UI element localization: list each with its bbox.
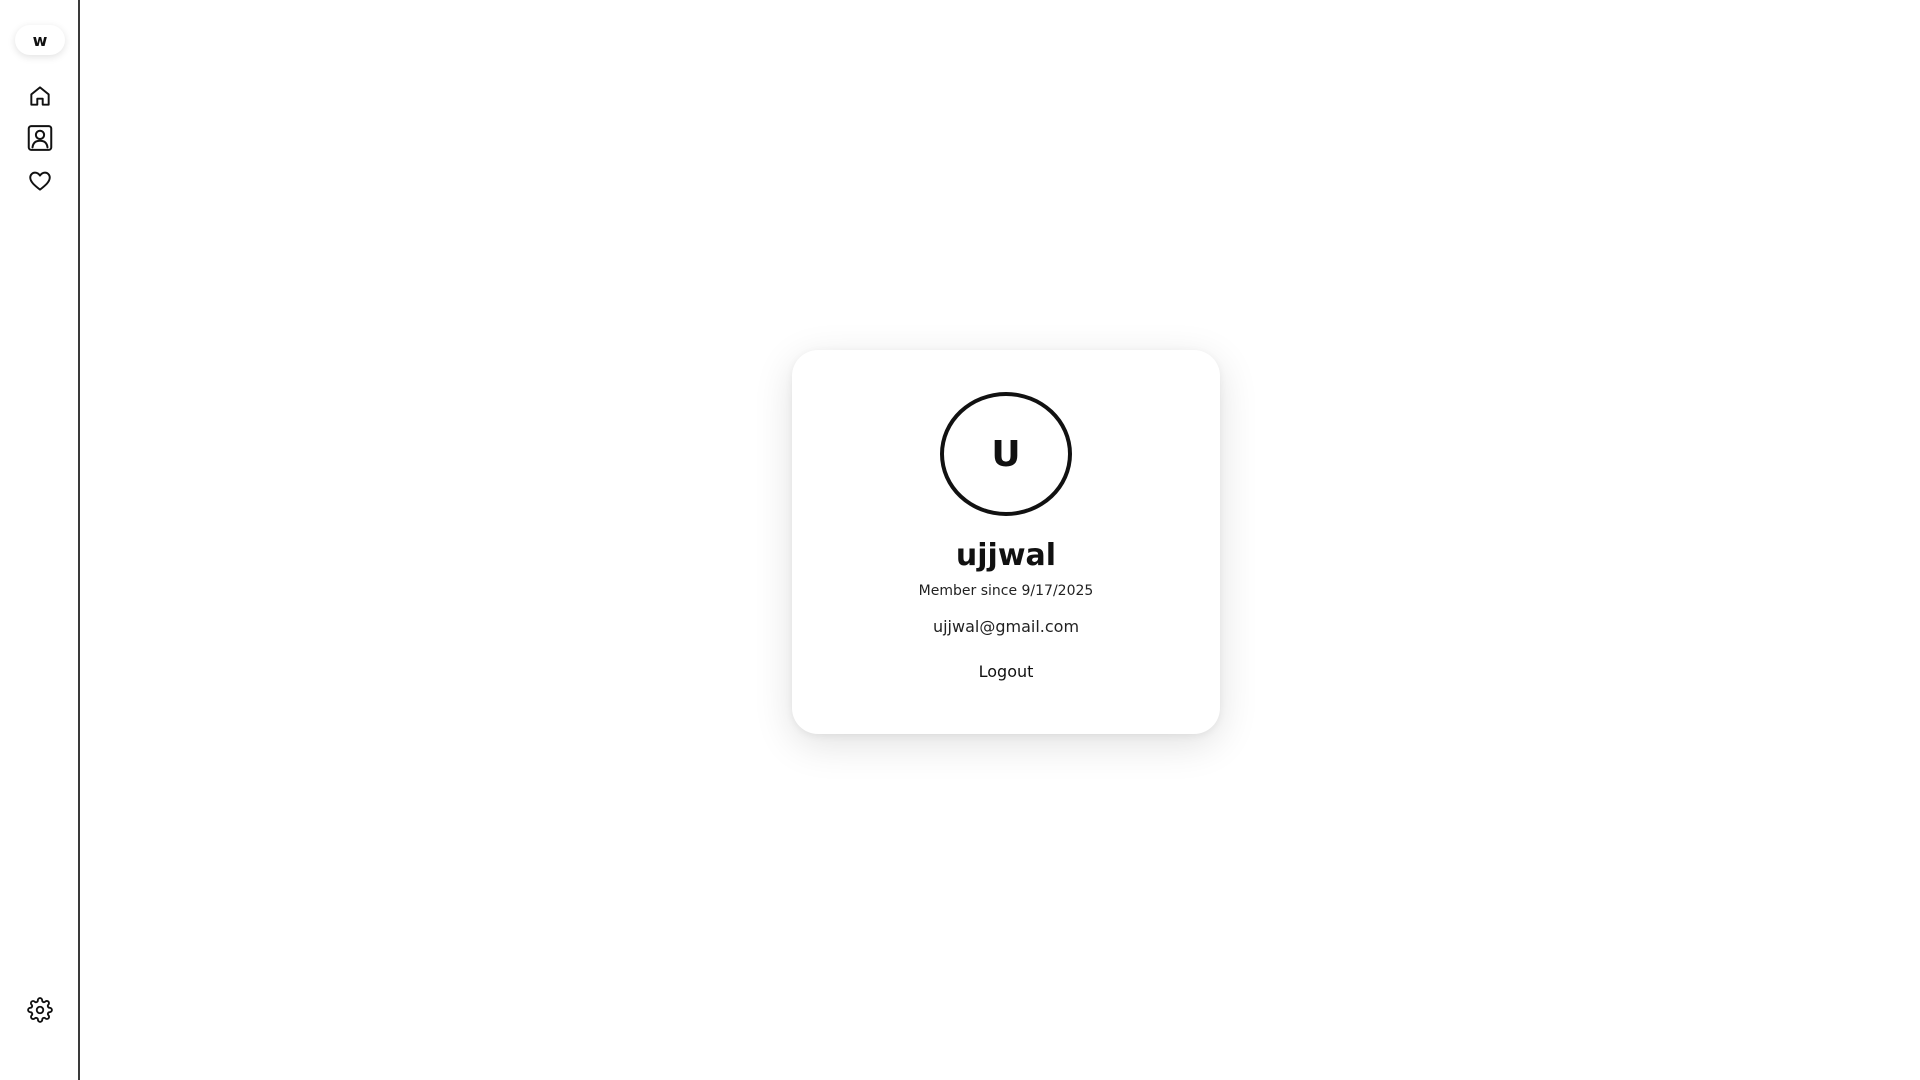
avatar: U bbox=[940, 392, 1072, 516]
logout-button[interactable]: Logout bbox=[969, 658, 1044, 685]
sidebar-item-favorites[interactable] bbox=[22, 163, 58, 199]
sidebar: w bbox=[0, 0, 80, 1080]
username: ujjwal bbox=[955, 538, 1057, 573]
sidebar-item-profile[interactable] bbox=[22, 120, 58, 156]
home-icon bbox=[30, 86, 50, 106]
sidebar-item-settings[interactable] bbox=[22, 992, 58, 1028]
profile-card: U ujjwal Member since 9/17/2025 ujjwal@g… bbox=[792, 350, 1220, 734]
main-content: U ujjwal Member since 9/17/2025 ujjwal@g… bbox=[82, 0, 1920, 1080]
profile-icon bbox=[27, 125, 53, 151]
sidebar-item-home[interactable] bbox=[22, 78, 58, 114]
avatar-initial: U bbox=[991, 433, 1021, 475]
email: ujjwal@gmail.com bbox=[932, 617, 1080, 636]
app-logo[interactable]: w bbox=[15, 25, 65, 55]
member-since: Member since 9/17/2025 bbox=[918, 583, 1094, 599]
gear-icon bbox=[27, 997, 53, 1023]
heart-icon bbox=[29, 171, 51, 191]
